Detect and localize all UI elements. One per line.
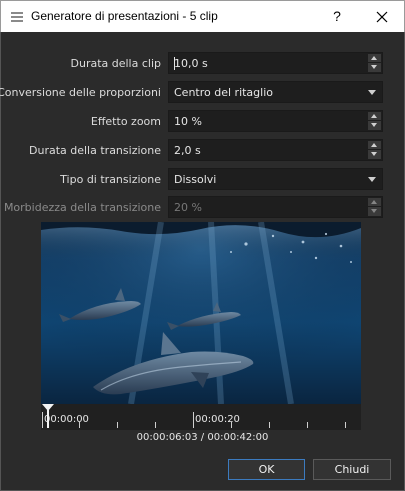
transition-softness-value: 20 % [174, 201, 202, 214]
minor-tick [155, 422, 156, 428]
spin-down-icon[interactable] [368, 121, 381, 130]
clip-duration-label: Durata della clip [70, 57, 162, 70]
transition-duration-spinbox[interactable]: 2,0 s [168, 139, 383, 161]
spin-down-icon [368, 207, 381, 216]
spin-up-icon [368, 198, 381, 207]
title-bar: Generatore di presentazioni - 5 clip ? [0, 0, 405, 32]
close-button[interactable]: Chiudi [313, 459, 391, 480]
transition-type-value: Dissolvi [174, 173, 217, 186]
spin-down-icon[interactable] [368, 63, 381, 72]
clip-duration-spinbox[interactable]: 10,0 s [168, 52, 383, 74]
chevron-down-icon [368, 177, 376, 182]
transition-duration-value: 2,0 s [174, 144, 201, 157]
close-window-button[interactable] [363, 1, 401, 32]
aspect-conversion-dropdown[interactable]: Centro del ritaglio [168, 81, 383, 103]
window-title: Generatore di presentazioni - 5 clip [31, 9, 218, 23]
clip-duration-value: 10,0 s [174, 57, 208, 70]
transition-type-label: Tipo di transizione [60, 173, 161, 186]
minor-tick [307, 422, 308, 428]
zoom-effect-label: Effetto zoom [90, 115, 161, 128]
aspect-conversion-value: Centro del ritaglio [174, 86, 273, 99]
dolphins-underwater-image [41, 222, 361, 404]
ok-button[interactable]: OK [228, 459, 305, 480]
timeline-mark-label: 00:00:00 [44, 414, 89, 425]
transition-softness-spinbox: 20 % [168, 196, 383, 218]
spin-down-icon[interactable] [368, 150, 381, 159]
text-caret [174, 57, 175, 70]
app-menu-icon [11, 11, 23, 23]
slideshow-preview [41, 222, 361, 404]
minor-tick [269, 422, 270, 428]
timeline-mark-label: 00:00:20 [195, 414, 240, 425]
playhead-line [47, 410, 49, 428]
transition-type-dropdown[interactable]: Dissolvi [168, 168, 383, 190]
spin-up-icon[interactable] [368, 112, 381, 121]
timeline-ruler[interactable]: 00:00:00 00:00:20 [41, 404, 361, 430]
transition-duration-label: Durata della transizione [29, 144, 161, 157]
aspect-conversion-label: Conversione delle proporzioni [0, 86, 161, 99]
transition-softness-label: Morbidezza della transizione [3, 201, 161, 214]
timecode-readout: 00:00:06:03 / 00:00:42:00 [136, 432, 269, 443]
spin-up-icon[interactable] [368, 141, 381, 150]
major-tick [193, 412, 194, 428]
spin-up-icon[interactable] [368, 54, 381, 63]
close-icon [376, 11, 388, 23]
minor-tick [117, 422, 118, 428]
minor-tick [345, 422, 346, 428]
zoom-effect-value: 10 % [174, 115, 202, 128]
help-button[interactable]: ? [319, 1, 355, 32]
chevron-down-icon [368, 90, 376, 95]
major-tick [42, 412, 43, 428]
zoom-effect-spinbox[interactable]: 10 % [168, 110, 383, 132]
